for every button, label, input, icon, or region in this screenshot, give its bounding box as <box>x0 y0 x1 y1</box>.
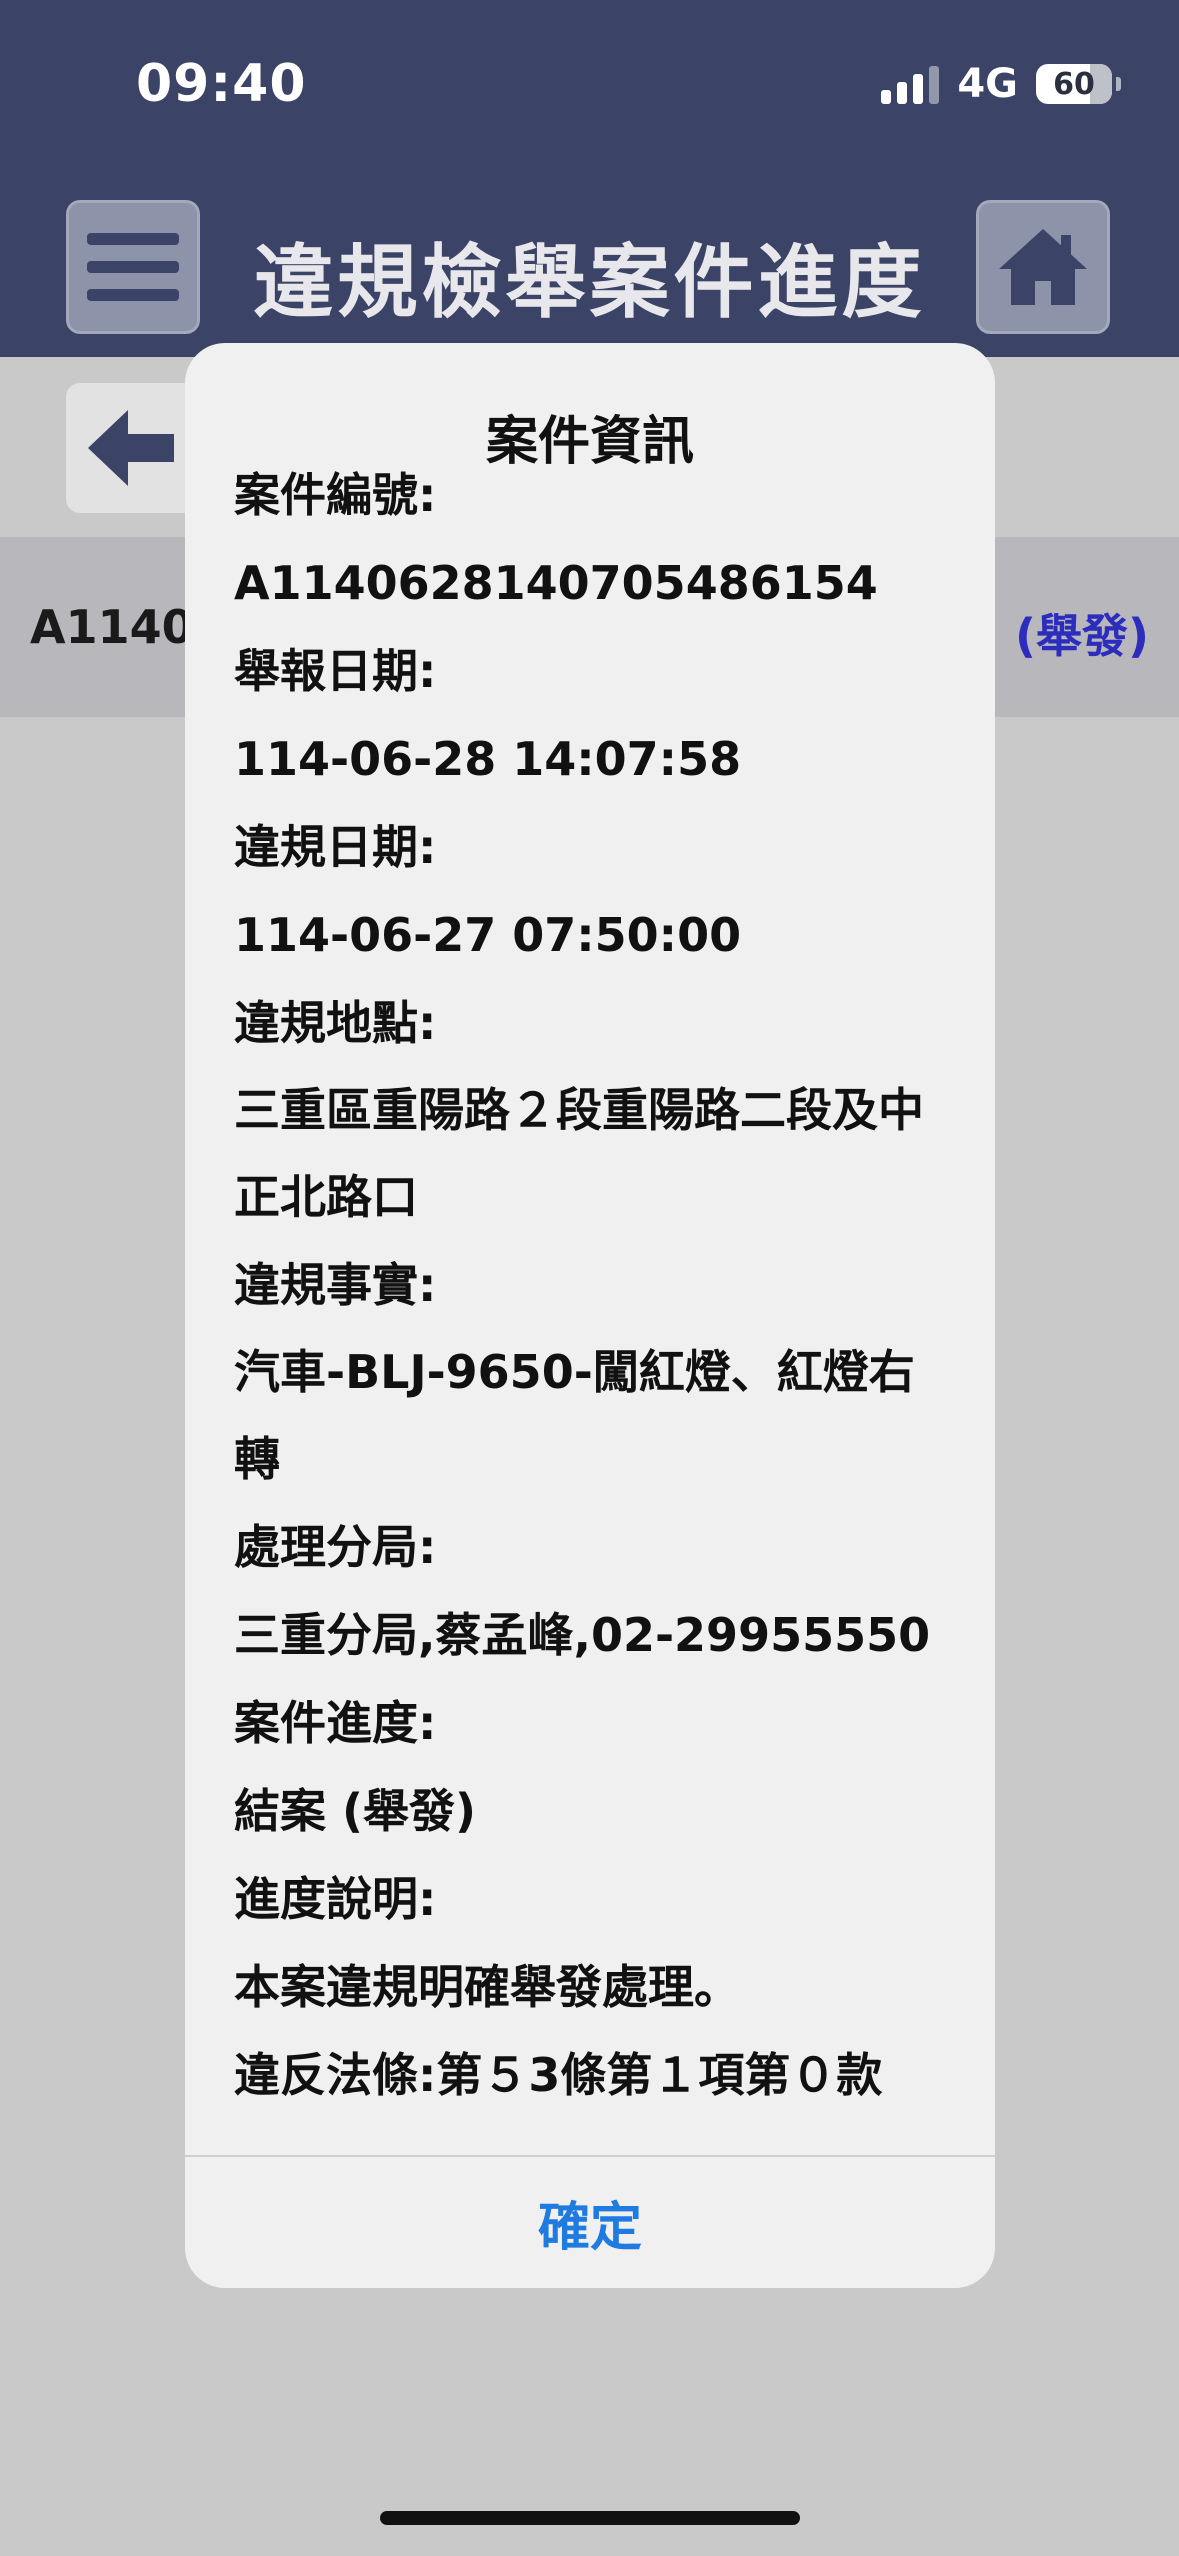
value-report-date: 114-06-28 14:07:58 <box>234 732 742 786</box>
value-handling-branch: 三重分局,蔡孟峰,02-29955550 <box>234 1608 931 1662</box>
value-case-number: A1140628140705486154 <box>234 556 878 610</box>
label-violation-date: 違規日期: <box>234 820 437 874</box>
value-violation-date: 114-06-27 07:50:00 <box>234 908 742 962</box>
back-button[interactable] <box>66 383 196 513</box>
label-handling-branch: 處理分局: <box>234 1520 437 1574</box>
value-progress-note: 本案違規明確舉發處理。 <box>234 1960 740 2014</box>
battery-level: 60 <box>1053 66 1095 102</box>
confirm-button[interactable]: 確定 <box>185 2157 995 2288</box>
case-info-dialog: 案件資訊 案件編號: A1140628140705486154 舉報日期: 11… <box>185 343 995 2288</box>
label-case-progress: 案件進度: <box>234 1696 437 1750</box>
cellular-signal-icon <box>881 64 940 104</box>
status-indicators: 4G 60 <box>881 60 1121 108</box>
label-violation-facts: 違規事實: <box>234 1258 437 1312</box>
app-header: 09:40 4G 60 違規檢舉案件進度 <box>0 0 1179 357</box>
back-arrow-icon <box>88 410 174 486</box>
home-button[interactable] <box>976 200 1110 334</box>
value-violation-facts: 汽車-BLJ-9650-闖紅燈、紅燈右轉 <box>234 1345 915 1486</box>
dialog-body: 案件編號: A1140628140705486154 舉報日期: 114-06-… <box>234 451 954 2119</box>
case-status-partial: (舉發) <box>1014 609 1149 663</box>
value-violated-law: 違反法條:第５3條第１項第０款 <box>234 2048 883 2102</box>
status-time: 09:40 <box>136 54 307 114</box>
network-type: 4G <box>957 61 1018 107</box>
label-progress-note: 進度說明: <box>234 1872 437 1926</box>
label-violation-location: 違規地點: <box>234 996 437 1050</box>
home-indicator[interactable] <box>380 2511 800 2525</box>
battery-icon: 60 <box>1036 64 1112 104</box>
home-icon <box>999 229 1087 305</box>
value-violation-location: 三重區重陽路２段重陽路二段及中正北路口 <box>234 1083 924 1224</box>
label-case-number: 案件編號: <box>234 468 437 522</box>
value-case-progress: 結案 (舉發) <box>234 1784 477 1838</box>
label-report-date: 舉報日期: <box>234 644 437 698</box>
